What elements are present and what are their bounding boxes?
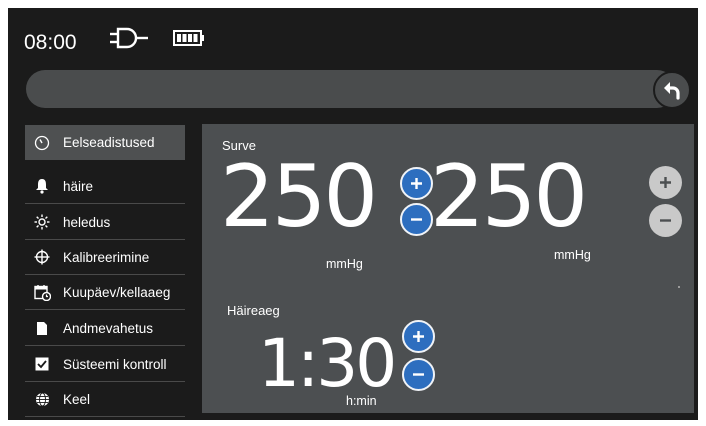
plus-icon — [660, 177, 671, 188]
sidebar-item-language[interactable]: Keel — [25, 382, 185, 417]
pressure-left-unit: mmHg — [326, 257, 363, 271]
alarm-time-value[interactable]: 1:30 — [258, 331, 397, 397]
pressure-left-value[interactable]: 250 — [220, 154, 378, 240]
alarm-time-unit: h:min — [346, 394, 377, 408]
sidebar-item-date-time[interactable]: Kuupäev/kellaaeg — [25, 275, 185, 310]
sd-card-icon — [33, 319, 51, 337]
bell-icon — [33, 177, 51, 195]
settings-panel: Surve 250 mmHg 250 mmHg Häireaeg 1:30 h:… — [202, 124, 694, 413]
sidebar-item-system-check[interactable]: Süsteemi kontroll — [25, 347, 185, 382]
pressure-left-increase-button[interactable] — [400, 167, 433, 200]
sidebar-item-label: heledus — [63, 214, 111, 230]
plug-icon — [110, 27, 148, 49]
pressure-right-increase-button[interactable] — [649, 166, 682, 199]
calendar-clock-icon — [33, 283, 51, 301]
plus-icon — [413, 331, 424, 342]
sidebar-item-brightness[interactable]: heledus — [25, 205, 185, 240]
pressure-right-decrease-button[interactable] — [649, 204, 682, 237]
pressure-right-unit: mmHg — [554, 248, 591, 262]
settings-menu: Eelseadistused häire heledus Kalibreerim… — [25, 125, 185, 417]
minus-icon — [660, 219, 671, 222]
battery-icon — [173, 30, 204, 46]
title-bar — [26, 70, 676, 108]
sidebar-item-label: Süsteemi kontroll — [63, 356, 167, 372]
sidebar-item-calibration[interactable]: Kalibreerimine — [25, 240, 185, 275]
sidebar-item-alarm[interactable]: häire — [25, 169, 185, 204]
sidebar-item-data-exchange[interactable]: Andmevahetus — [25, 311, 185, 346]
back-arrow-icon — [664, 82, 680, 100]
sidebar-item-label: Andmevahetus — [63, 320, 154, 336]
crosshair-icon — [33, 248, 51, 266]
pressure-right-value[interactable]: 250 — [430, 154, 588, 240]
sidebar-item-label: Keel — [63, 391, 91, 407]
device-screen: 08:00 Eelseadistused häire heledus Kalib… — [8, 8, 698, 420]
plus-icon — [411, 178, 422, 189]
sidebar-item-label: häire — [63, 178, 94, 194]
indicator-dot — [678, 286, 680, 288]
pressure-left-decrease-button[interactable] — [400, 203, 433, 236]
sidebar-item-label: Kalibreerimine — [63, 249, 150, 265]
minus-icon — [411, 218, 422, 221]
brightness-icon — [33, 213, 51, 231]
globe-icon — [33, 390, 51, 408]
alarm-time-increase-button[interactable] — [402, 320, 435, 353]
back-button[interactable] — [653, 71, 691, 109]
alarm-time-label: Häireaeg — [227, 303, 280, 318]
alarm-time-decrease-button[interactable] — [402, 358, 435, 391]
minus-icon — [413, 373, 424, 376]
checkbox-icon — [33, 355, 51, 373]
sidebar-item-presets[interactable]: Eelseadistused — [25, 125, 185, 160]
gauge-icon — [33, 134, 51, 152]
clock: 08:00 — [24, 31, 77, 54]
sidebar-item-label: Kuupäev/kellaaeg — [63, 284, 171, 300]
sidebar-item-label: Eelseadistused — [63, 135, 155, 150]
